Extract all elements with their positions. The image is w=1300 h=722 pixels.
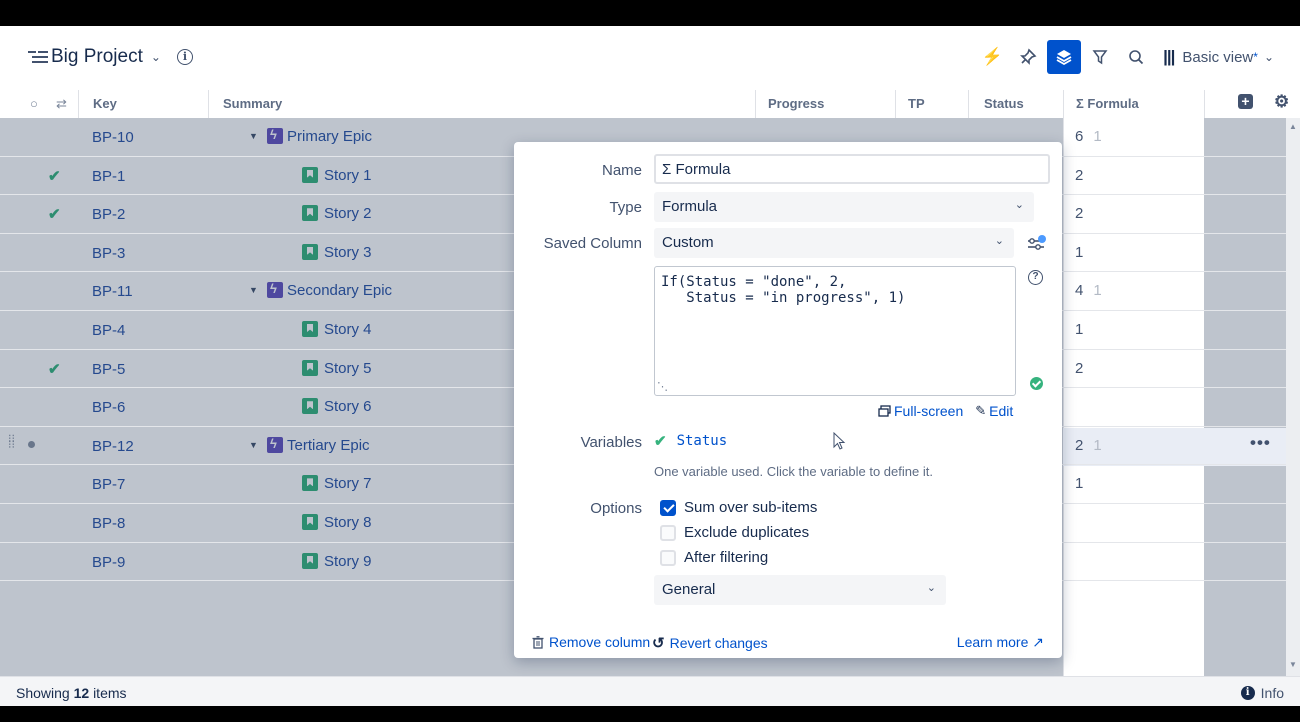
format-value: General: [662, 581, 716, 598]
info-button[interactable]: i Info: [1240, 685, 1284, 701]
valid-check-icon: [1030, 377, 1043, 390]
formula-column-values: 61 2 2 1 41 1 2 21 ••• 1: [0, 118, 1300, 676]
toolbar: ⚡ ||| Basic view * ⌄: [973, 40, 1274, 74]
filter-icon[interactable]: [1083, 40, 1117, 74]
footer: Showing 12 items i Info: [0, 676, 1300, 706]
chevron-down-icon: ⌄: [1014, 199, 1024, 211]
pin-icon[interactable]: [1011, 40, 1045, 74]
variables-label: Variables: [580, 434, 642, 451]
formula-value: 2: [1075, 359, 1084, 377]
type-label: Type: [609, 199, 642, 216]
formula-value: 21: [1075, 436, 1102, 454]
project-name: Big Project: [51, 46, 143, 67]
add-column-icon[interactable]: +: [1238, 94, 1253, 109]
column-name-input[interactable]: Σ Formula: [654, 154, 1050, 184]
chevron-down-icon: ⌄: [926, 582, 936, 594]
fullscreen-link[interactable]: Full-screen: [878, 403, 963, 419]
checkbox[interactable]: [660, 524, 676, 541]
formula-value: 1: [1075, 475, 1084, 493]
undo-icon: ↺: [652, 635, 665, 652]
formula-editor[interactable]: If(Status = "done", 2, Status = "in prog…: [654, 266, 1016, 396]
formula-value: 41: [1075, 282, 1102, 300]
trash-icon: [532, 635, 544, 649]
columns-icon: |||: [1163, 47, 1175, 66]
info-icon: i: [1240, 686, 1255, 700]
name-label: Name: [601, 162, 642, 179]
column-header-summary[interactable]: Summary: [223, 96, 282, 111]
saved-column-select[interactable]: Custom ⌄: [654, 228, 1014, 258]
revert-changes-link[interactable]: ↺ Revert changes: [652, 634, 768, 652]
select-all-radio-icon[interactable]: ○: [30, 96, 38, 111]
column-header-key[interactable]: Key: [93, 96, 117, 111]
search-icon[interactable]: [1119, 40, 1153, 74]
saved-column-value: Custom: [662, 234, 714, 251]
variable-status[interactable]: Status: [677, 433, 728, 449]
variables-hint: One variable used. Click the variable to…: [654, 464, 933, 479]
column-header-status[interactable]: Status: [984, 96, 1024, 111]
view-selector[interactable]: ||| Basic view * ⌄: [1163, 47, 1274, 67]
formula-value: 1: [1075, 321, 1084, 338]
column-headers: ○ ⇄ Key Summary Progress TP Status Σ For…: [0, 90, 1300, 118]
fullscreen-icon: [878, 405, 891, 417]
chevron-down-icon: ⌄: [150, 50, 161, 64]
header: Big Project ⌄ i ⚡ ||| Basic view * ⌄: [0, 26, 1300, 88]
items-count: Showing 12 items: [16, 685, 127, 701]
view-modified-marker: *: [1253, 50, 1258, 64]
chevron-down-icon: ⌄: [994, 235, 1004, 247]
column-config-dialog: Name Σ Formula Type Formula ⌄ Saved Colu…: [514, 142, 1062, 658]
sliders-icon[interactable]: [1024, 232, 1048, 256]
learn-more-link[interactable]: Learn more ↗: [957, 634, 1044, 651]
formula-value: 2: [1075, 166, 1084, 184]
checkbox[interactable]: [660, 549, 676, 566]
project-selector[interactable]: Big Project ⌄ i: [28, 46, 193, 68]
check-icon: ✔: [654, 433, 667, 450]
column-header-progress[interactable]: Progress: [768, 96, 824, 111]
saved-column-label: Saved Column: [543, 235, 642, 252]
mouse-cursor-icon: [833, 432, 846, 450]
view-name: Basic view: [1182, 48, 1254, 66]
formula-value: 2: [1075, 205, 1084, 223]
row-actions-icon[interactable]: •••: [1250, 433, 1271, 453]
checkbox-checked[interactable]: [660, 499, 676, 516]
layers-icon[interactable]: [1047, 40, 1082, 74]
info-label: Info: [1260, 685, 1284, 701]
gear-icon[interactable]: ⚙: [1274, 92, 1289, 112]
chevron-down-icon: ⌄: [1263, 50, 1274, 64]
scroll-up-icon[interactable]: ▲: [1289, 122, 1297, 131]
editor-links: Full-screen ✎ Edit: [878, 403, 1013, 419]
scroll-down-icon[interactable]: ▼: [1289, 660, 1297, 669]
format-select[interactable]: General ⌄: [654, 575, 946, 605]
transfer-icon[interactable]: ⇄: [56, 96, 67, 112]
option-exclude-duplicates[interactable]: Exclude duplicates: [660, 524, 809, 541]
options-label: Options: [590, 500, 642, 517]
hierarchy-icon: [28, 50, 48, 64]
help-icon[interactable]: ?: [1028, 270, 1043, 285]
formula-value: 1: [1075, 243, 1084, 261]
structure-app: Big Project ⌄ i ⚡ ||| Basic view * ⌄ ○ ⇄…: [0, 26, 1300, 706]
pencil-icon: ✎: [975, 403, 987, 418]
resize-handle-icon[interactable]: ⋱: [657, 380, 668, 393]
column-header-tp[interactable]: TP: [908, 96, 925, 111]
column-header-formula[interactable]: Σ Formula: [1076, 96, 1139, 111]
vertical-scrollbar[interactable]: [1286, 118, 1300, 676]
variables-list: ✔ Status: [654, 432, 727, 450]
formula-value: 61: [1075, 128, 1102, 145]
type-select[interactable]: Formula ⌄: [654, 192, 1034, 222]
edit-link[interactable]: ✎ Edit: [975, 403, 1013, 419]
type-value: Formula: [662, 198, 718, 215]
info-icon[interactable]: i: [176, 49, 193, 65]
option-sum-over-sub-items[interactable]: Sum over sub-items: [660, 499, 817, 516]
remove-column-link[interactable]: Remove column: [532, 634, 650, 650]
automation-icon[interactable]: ⚡: [975, 40, 1009, 74]
option-after-filtering[interactable]: After filtering: [660, 549, 768, 566]
